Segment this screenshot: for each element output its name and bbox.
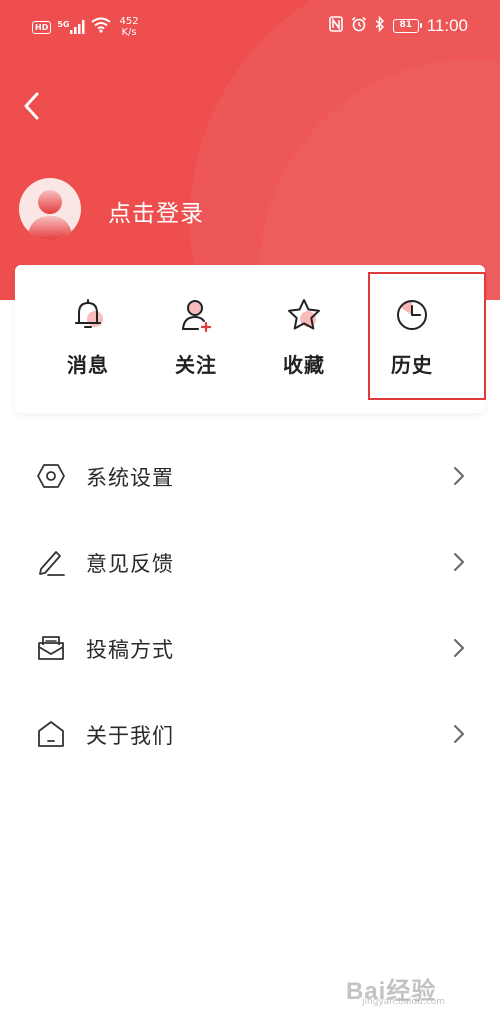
- status-bar: HD 5G 452 K/s 81 11:00: [0, 0, 500, 56]
- menu-item-submission[interactable]: 投稿方式: [0, 605, 500, 691]
- avatar[interactable]: [19, 178, 81, 240]
- menu-item-about-us[interactable]: 关于我们: [0, 691, 500, 777]
- menu-item-label: 意见反馈: [86, 552, 174, 576]
- home-icon: [38, 721, 64, 747]
- nfc-icon: [328, 16, 343, 36]
- status-left: HD 5G 452 K/s: [32, 16, 139, 38]
- network-speed: 452 K/s: [119, 16, 138, 38]
- pencil-icon: [39, 551, 65, 576]
- star-icon: [288, 299, 320, 330]
- chevron-right-icon: [454, 639, 464, 657]
- follow-user-icon: [182, 300, 212, 333]
- network-type: 5G: [57, 20, 70, 29]
- quick-action-favorites[interactable]: 收藏: [259, 295, 349, 385]
- bluetooth-icon: [375, 15, 385, 36]
- quick-action-follow[interactable]: 关注: [151, 295, 241, 385]
- chevron-right-icon: [454, 553, 464, 571]
- default-avatar-icon: [27, 190, 73, 240]
- hd-badge: HD: [32, 20, 52, 34]
- status-right: 81 11:00: [328, 15, 468, 36]
- quick-action-messages[interactable]: 消息: [43, 295, 133, 385]
- quick-action-label: 关注: [175, 353, 217, 377]
- bell-icon: [75, 299, 103, 328]
- menu-item-feedback[interactable]: 意见反馈: [0, 519, 500, 605]
- alarm-icon: [351, 16, 367, 36]
- speed-value: 452: [119, 16, 139, 27]
- wifi-icon: [91, 17, 112, 37]
- menu-item-label: 系统设置: [86, 466, 174, 490]
- clock-time: 11:00: [426, 16, 468, 35]
- history-highlight-box: [368, 272, 486, 400]
- menu-item-system-settings[interactable]: 系统设置: [0, 433, 500, 519]
- speed-unit: K/s: [121, 27, 137, 38]
- menu-item-label: 关于我们: [86, 724, 174, 748]
- back-button[interactable]: [16, 88, 46, 124]
- signal-icon: 5G: [57, 20, 85, 34]
- battery-indicator: 81: [392, 19, 422, 33]
- envelope-icon: [38, 636, 64, 660]
- watermark: Bai经验 jingyan.baidu.com: [346, 969, 486, 1009]
- quick-action-label: 收藏: [283, 353, 325, 377]
- menu-item-label: 投稿方式: [86, 638, 174, 662]
- watermark-sub: jingyan.baidu.com: [362, 997, 446, 1007]
- quick-action-label: 消息: [67, 353, 109, 377]
- settings-menu: 系统设置 意见反馈 投稿方式 关于我们: [0, 433, 500, 777]
- login-link[interactable]: 点击登录: [108, 194, 204, 228]
- chevron-left-icon: [24, 92, 39, 120]
- chevron-right-icon: [454, 467, 464, 485]
- settings-hexagon-icon: [37, 464, 65, 488]
- chevron-right-icon: [454, 725, 464, 743]
